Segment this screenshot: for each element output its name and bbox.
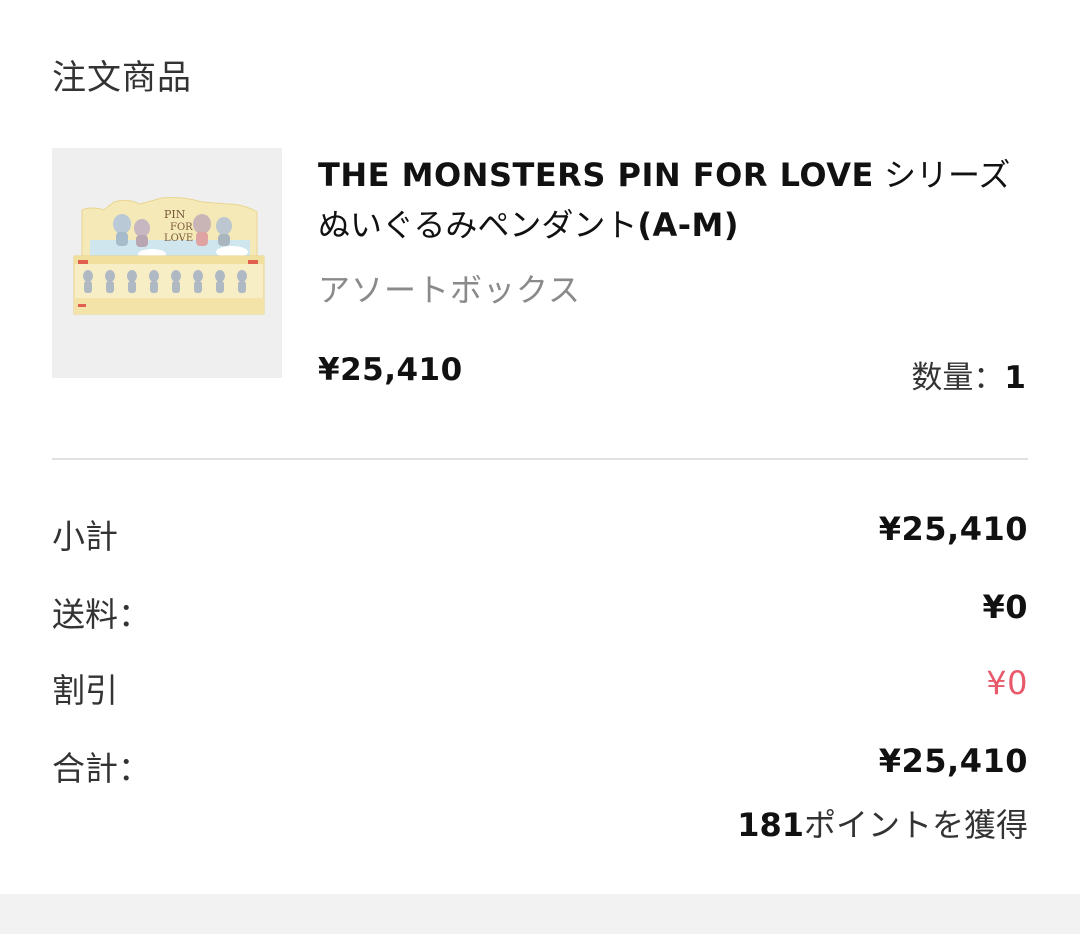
product-name-series: シリーズ: [884, 156, 1011, 194]
shipping-value: ¥0: [982, 588, 1028, 626]
discount-label: 割引: [52, 671, 118, 710]
total-row: 合計： ¥25,410: [52, 742, 1028, 788]
points-number: 181: [737, 806, 804, 844]
product-price: ¥25,410: [318, 352, 463, 388]
section-title: 注文商品: [52, 58, 192, 98]
svg-text:LOVE: LOVE: [164, 233, 193, 244]
box-title-text: PIN: [164, 208, 186, 221]
product-variant: アソートボックス: [318, 271, 582, 309]
svg-text:FOR: FOR: [170, 222, 193, 233]
product-box-icon: PIN FOR LOVE: [52, 148, 282, 378]
product-image[interactable]: PIN FOR LOVE: [52, 148, 282, 378]
shipping-row: 送料： ¥0: [52, 588, 1028, 634]
shipping-label: 送料：: [52, 595, 151, 634]
total-label: 合計：: [52, 749, 151, 788]
points-text: ポイントを獲得: [803, 806, 1028, 844]
footer-band: [0, 894, 1080, 934]
product-name[interactable]: THE MONSTERS PIN FOR LOVE シリーズ ぬいぐるみペンダン…: [318, 150, 1028, 250]
product-name-code: (A-M): [637, 206, 740, 244]
subtotal-row: 小計 ¥25,410: [52, 510, 1028, 556]
quantity-value: 1: [1004, 360, 1026, 396]
subtotal-value: ¥25,410: [878, 510, 1028, 548]
product-quantity: 数量：1: [911, 352, 1026, 397]
quantity-label: 数量：: [911, 360, 1005, 396]
product-name-type: ぬいぐるみペンダント: [318, 206, 638, 244]
points-earned: 181ポイントを獲得: [737, 800, 1028, 846]
discount-row: 割引 ¥0: [52, 664, 1028, 710]
order-items-page: 注文商品 PIN FOR LOVE THE MONSTERS PIN FOR L…: [0, 0, 1080, 934]
discount-value: ¥0: [986, 664, 1028, 702]
total-value: ¥25,410: [878, 742, 1028, 780]
divider: [52, 458, 1028, 460]
product-name-latin: THE MONSTERS PIN FOR LOVE: [318, 156, 874, 194]
subtotal-label: 小計: [52, 517, 118, 556]
